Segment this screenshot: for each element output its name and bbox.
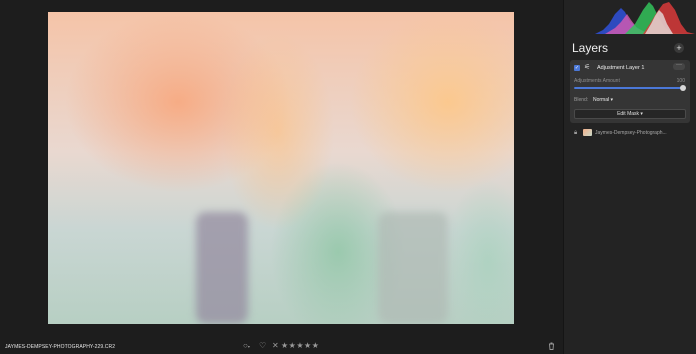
right-panel: Layers + ✓ ⚟ Adjustment Layer 1 ··· Adju… xyxy=(563,0,696,354)
reject-x-icon[interactable]: ✕ xyxy=(272,342,279,350)
filename-label: JAYMES-DEMPSEY-PHOTOGRAPHY-229.CR2 xyxy=(5,344,116,350)
lock-icon: 🔒︎ xyxy=(574,130,578,136)
blend-label: Blend: xyxy=(574,97,589,103)
star-icon[interactable]: ★ xyxy=(304,341,312,350)
adjustments-amount-slider[interactable] xyxy=(574,85,686,91)
status-bar: JAYMES-DEMPSEY-PHOTOGRAPHY-229.CR2 ○▾ ♡ … xyxy=(0,339,563,354)
base-image-layer[interactable]: 🔒︎ Jaymes-Dempsey-Photograph... xyxy=(570,127,690,139)
histogram xyxy=(595,2,695,34)
tulip-stem-right xyxy=(378,212,448,324)
adjustments-amount-label: Adjustments Amount xyxy=(574,78,620,84)
layers-panel-title: Layers xyxy=(572,41,609,55)
slider-fill xyxy=(574,87,683,89)
layer-more-options-button[interactable]: ··· xyxy=(673,62,685,70)
trash-icon[interactable] xyxy=(548,342,555,352)
layer-visibility-checkbox[interactable]: ✓ xyxy=(574,65,580,71)
heart-icon[interactable]: ♡ xyxy=(259,342,266,350)
slider-thumb[interactable] xyxy=(680,85,686,91)
layer-thumbnail xyxy=(583,129,592,136)
star-icon[interactable]: ★ xyxy=(296,341,304,350)
rating-stars[interactable]: ★★★★★ xyxy=(281,342,319,350)
color-label-icon[interactable]: ○▾ xyxy=(243,342,250,351)
star-icon[interactable]: ★ xyxy=(312,341,320,350)
blend-mode-select[interactable]: Normal ▾ xyxy=(593,97,613,103)
adjustment-sliders-icon: ⚟ xyxy=(584,64,591,71)
tulip-stem-left xyxy=(196,212,248,324)
main-view: JAYMES-DEMPSEY-PHOTOGRAPHY-229.CR2 ○▾ ♡ … xyxy=(0,0,563,354)
photo-canvas[interactable] xyxy=(48,12,514,324)
edit-mask-button[interactable]: Edit Mask ▾ xyxy=(574,109,686,119)
base-layer-name: Jaymes-Dempsey-Photograph... xyxy=(595,130,667,136)
star-icon[interactable]: ★ xyxy=(281,341,289,350)
layer-name[interactable]: Adjustment Layer 1 xyxy=(597,65,644,71)
adjustment-layer-card[interactable]: ✓ ⚟ Adjustment Layer 1 ··· Adjustments A… xyxy=(570,60,690,123)
add-layer-button[interactable]: + xyxy=(674,43,684,53)
adjustments-amount-value: 100 xyxy=(676,78,685,84)
